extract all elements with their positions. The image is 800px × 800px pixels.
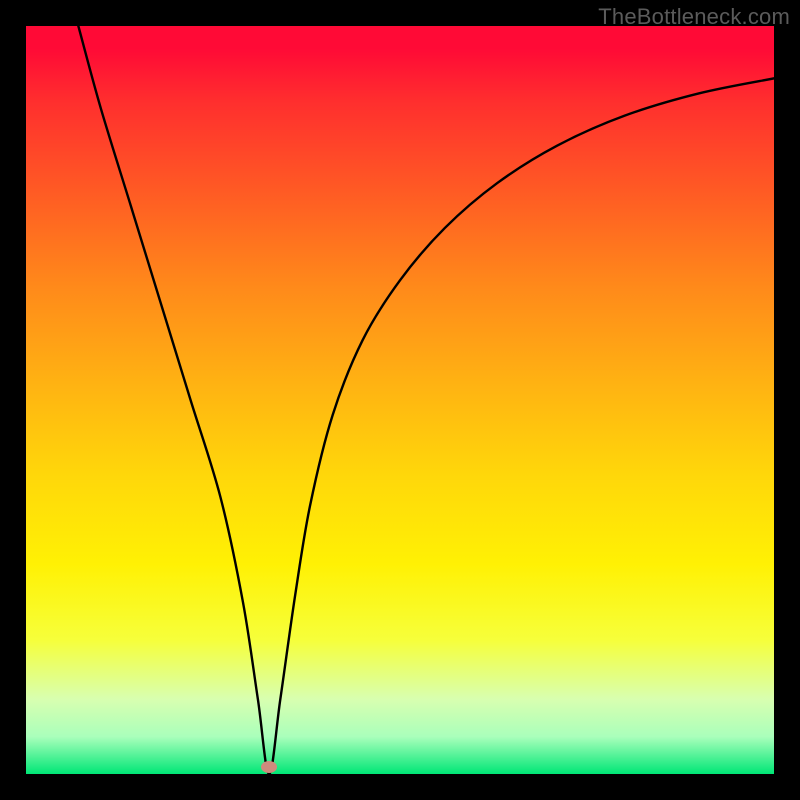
bottleneck-curve bbox=[26, 26, 774, 774]
optimal-point-marker bbox=[261, 761, 277, 773]
chart-plot-area bbox=[26, 26, 774, 774]
